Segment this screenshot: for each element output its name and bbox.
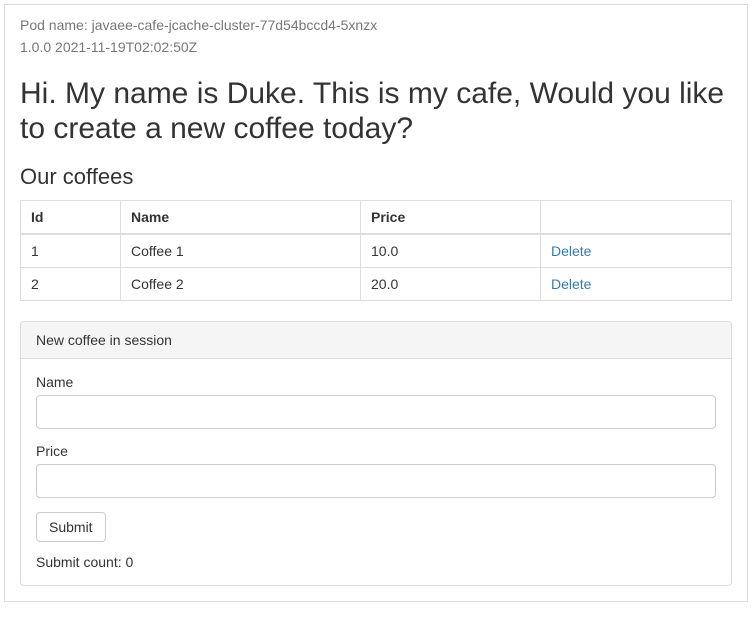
col-header-price: Price xyxy=(361,201,541,235)
submit-button[interactable]: Submit xyxy=(36,512,106,542)
price-input[interactable] xyxy=(36,464,716,498)
cell-name: Coffee 1 xyxy=(121,234,361,268)
new-coffee-panel: New coffee in session Name Price Submit … xyxy=(20,321,732,586)
col-header-id: Id xyxy=(21,201,121,235)
cell-price: 10.0 xyxy=(361,234,541,268)
cell-id: 1 xyxy=(21,234,121,268)
section-heading-coffees: Our coffees xyxy=(20,164,732,190)
coffees-table: Id Name Price 1 Coffee 1 10.0 Delete 2 C… xyxy=(20,200,732,301)
page-title: Hi. My name is Duke. This is my cafe, Wo… xyxy=(20,77,732,146)
submit-count-text: Submit count: 0 xyxy=(36,554,716,570)
col-header-action xyxy=(541,201,732,235)
pod-name-text: Pod name: javaee-cafe-jcache-cluster-77d… xyxy=(20,17,732,33)
table-header-row: Id Name Price xyxy=(21,201,732,235)
cell-name: Coffee 2 xyxy=(121,268,361,301)
page-container: Pod name: javaee-cafe-jcache-cluster-77d… xyxy=(4,4,748,602)
col-header-name: Name xyxy=(121,201,361,235)
name-input[interactable] xyxy=(36,395,716,429)
version-timestamp: 1.0.0 2021-11-19T02:02:50Z xyxy=(20,39,732,55)
panel-body: Name Price Submit Submit count: 0 xyxy=(21,359,731,585)
delete-link[interactable]: Delete xyxy=(551,276,591,292)
cell-price: 20.0 xyxy=(361,268,541,301)
panel-title: New coffee in session xyxy=(21,322,731,359)
name-label: Name xyxy=(36,374,716,390)
table-row: 1 Coffee 1 10.0 Delete xyxy=(21,234,732,268)
table-row: 2 Coffee 2 20.0 Delete xyxy=(21,268,732,301)
delete-link[interactable]: Delete xyxy=(551,243,591,259)
price-label: Price xyxy=(36,443,716,459)
cell-id: 2 xyxy=(21,268,121,301)
